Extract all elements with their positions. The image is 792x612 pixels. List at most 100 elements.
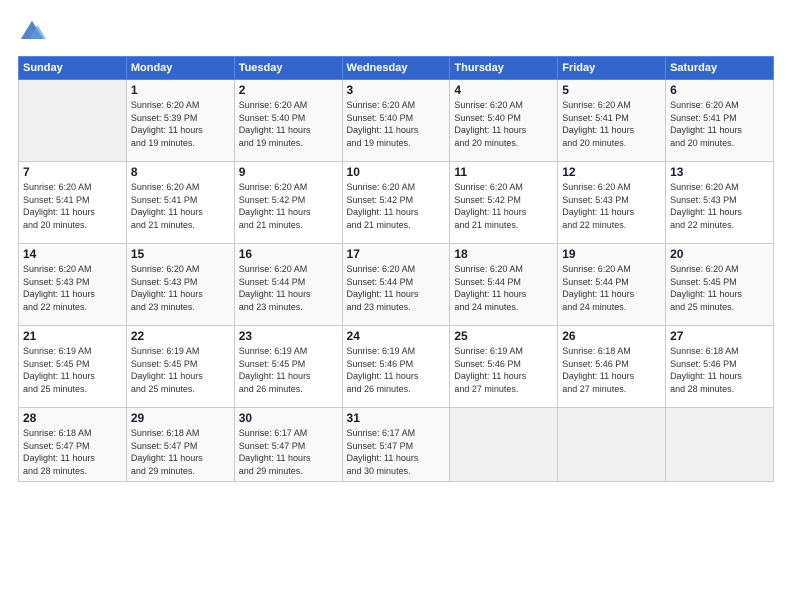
day-number: 26: [562, 329, 661, 343]
day-number: 17: [347, 247, 446, 261]
day-info: Sunrise: 6:20 AM Sunset: 5:44 PM Dayligh…: [239, 263, 338, 313]
weekday-header-row: SundayMondayTuesdayWednesdayThursdayFrid…: [19, 57, 774, 80]
day-number: 18: [454, 247, 553, 261]
calendar-cell: 13 Sunrise: 6:20 AM Sunset: 5:43 PM Dayli…: [666, 162, 774, 244]
calendar-table: SundayMondayTuesdayWednesdayThursdayFrid…: [18, 56, 774, 482]
calendar-cell: [558, 408, 666, 482]
day-number: 21: [23, 329, 122, 343]
day-info: Sunrise: 6:20 AM Sunset: 5:41 PM Dayligh…: [562, 99, 661, 149]
day-info: Sunrise: 6:20 AM Sunset: 5:44 PM Dayligh…: [347, 263, 446, 313]
calendar-cell: 24 Sunrise: 6:19 AM Sunset: 5:46 PM Dayli…: [342, 326, 450, 408]
day-info: Sunrise: 6:20 AM Sunset: 5:43 PM Dayligh…: [562, 181, 661, 231]
day-number: 30: [239, 411, 338, 425]
calendar-cell: 4 Sunrise: 6:20 AM Sunset: 5:40 PM Daylig…: [450, 80, 558, 162]
day-info: Sunrise: 6:20 AM Sunset: 5:44 PM Dayligh…: [562, 263, 661, 313]
calendar-cell: 26 Sunrise: 6:18 AM Sunset: 5:46 PM Dayli…: [558, 326, 666, 408]
day-info: Sunrise: 6:19 AM Sunset: 5:46 PM Dayligh…: [454, 345, 553, 395]
calendar-cell: 14 Sunrise: 6:20 AM Sunset: 5:43 PM Dayli…: [19, 244, 127, 326]
day-info: Sunrise: 6:20 AM Sunset: 5:41 PM Dayligh…: [131, 181, 230, 231]
day-number: 16: [239, 247, 338, 261]
day-info: Sunrise: 6:20 AM Sunset: 5:41 PM Dayligh…: [23, 181, 122, 231]
day-number: 31: [347, 411, 446, 425]
calendar-cell: 31Sunrise: 6:17 AM Sunset: 5:47 PM Dayli…: [342, 408, 450, 482]
weekday-header: Thursday: [450, 57, 558, 80]
day-info: Sunrise: 6:20 AM Sunset: 5:42 PM Dayligh…: [454, 181, 553, 231]
calendar-week-row: 7 Sunrise: 6:20 AM Sunset: 5:41 PM Daylig…: [19, 162, 774, 244]
day-number: 1: [131, 83, 230, 97]
day-info: Sunrise: 6:20 AM Sunset: 5:43 PM Dayligh…: [131, 263, 230, 313]
day-info: Sunrise: 6:20 AM Sunset: 5:42 PM Dayligh…: [239, 181, 338, 231]
day-number: 20: [670, 247, 769, 261]
day-info: Sunrise: 6:18 AM Sunset: 5:47 PM Dayligh…: [131, 427, 230, 477]
calendar-cell: 7 Sunrise: 6:20 AM Sunset: 5:41 PM Daylig…: [19, 162, 127, 244]
day-info: Sunrise: 6:17 AM Sunset: 5:47 PM Dayligh…: [239, 427, 338, 477]
calendar-cell: 30 Sunrise: 6:17 AM Sunset: 5:47 PM Dayli…: [234, 408, 342, 482]
calendar-cell: 8Sunrise: 6:20 AM Sunset: 5:41 PM Daylig…: [126, 162, 234, 244]
day-info: Sunrise: 6:18 AM Sunset: 5:47 PM Dayligh…: [23, 427, 122, 477]
calendar-week-row: 21 Sunrise: 6:19 AM Sunset: 5:45 PM Dayli…: [19, 326, 774, 408]
calendar-cell: 10Sunrise: 6:20 AM Sunset: 5:42 PM Dayli…: [342, 162, 450, 244]
day-number: 4: [454, 83, 553, 97]
calendar-cell: 5 Sunrise: 6:20 AM Sunset: 5:41 PM Daylig…: [558, 80, 666, 162]
calendar-cell: 17 Sunrise: 6:20 AM Sunset: 5:44 PM Dayli…: [342, 244, 450, 326]
day-number: 23: [239, 329, 338, 343]
day-number: 28: [23, 411, 122, 425]
day-info: Sunrise: 6:20 AM Sunset: 5:40 PM Dayligh…: [239, 99, 338, 149]
calendar-cell: 21 Sunrise: 6:19 AM Sunset: 5:45 PM Dayli…: [19, 326, 127, 408]
day-info: Sunrise: 6:19 AM Sunset: 5:45 PM Dayligh…: [23, 345, 122, 395]
day-info: Sunrise: 6:20 AM Sunset: 5:44 PM Dayligh…: [454, 263, 553, 313]
day-number: 7: [23, 165, 122, 179]
day-info: Sunrise: 6:18 AM Sunset: 5:46 PM Dayligh…: [562, 345, 661, 395]
calendar-week-row: 14 Sunrise: 6:20 AM Sunset: 5:43 PM Dayli…: [19, 244, 774, 326]
calendar-cell: 9Sunrise: 6:20 AM Sunset: 5:42 PM Daylig…: [234, 162, 342, 244]
weekday-header: Monday: [126, 57, 234, 80]
day-info: Sunrise: 6:20 AM Sunset: 5:45 PM Dayligh…: [670, 263, 769, 313]
calendar-cell: 23 Sunrise: 6:19 AM Sunset: 5:45 PM Dayli…: [234, 326, 342, 408]
day-info: Sunrise: 6:20 AM Sunset: 5:40 PM Dayligh…: [347, 99, 446, 149]
day-number: 12: [562, 165, 661, 179]
day-number: 2: [239, 83, 338, 97]
calendar-cell: 27 Sunrise: 6:18 AM Sunset: 5:46 PM Dayli…: [666, 326, 774, 408]
day-number: 22: [131, 329, 230, 343]
weekday-header: Sunday: [19, 57, 127, 80]
day-info: Sunrise: 6:20 AM Sunset: 5:39 PM Dayligh…: [131, 99, 230, 149]
calendar-cell: 29Sunrise: 6:18 AM Sunset: 5:47 PM Dayli…: [126, 408, 234, 482]
calendar-cell: 3Sunrise: 6:20 AM Sunset: 5:40 PM Daylig…: [342, 80, 450, 162]
calendar-cell: [450, 408, 558, 482]
calendar-cell: 18 Sunrise: 6:20 AM Sunset: 5:44 PM Dayli…: [450, 244, 558, 326]
calendar-cell: 11 Sunrise: 6:20 AM Sunset: 5:42 PM Dayli…: [450, 162, 558, 244]
day-info: Sunrise: 6:20 AM Sunset: 5:43 PM Dayligh…: [23, 263, 122, 313]
day-info: Sunrise: 6:19 AM Sunset: 5:45 PM Dayligh…: [239, 345, 338, 395]
day-number: 5: [562, 83, 661, 97]
day-info: Sunrise: 6:18 AM Sunset: 5:46 PM Dayligh…: [670, 345, 769, 395]
day-number: 19: [562, 247, 661, 261]
calendar-cell: 6Sunrise: 6:20 AM Sunset: 5:41 PM Daylig…: [666, 80, 774, 162]
calendar-cell: 28 Sunrise: 6:18 AM Sunset: 5:47 PM Dayli…: [19, 408, 127, 482]
day-info: Sunrise: 6:20 AM Sunset: 5:42 PM Dayligh…: [347, 181, 446, 231]
calendar-cell: 22 Sunrise: 6:19 AM Sunset: 5:45 PM Dayli…: [126, 326, 234, 408]
logo-icon: [18, 18, 46, 46]
calendar-cell: 12 Sunrise: 6:20 AM Sunset: 5:43 PM Dayli…: [558, 162, 666, 244]
day-number: 24: [347, 329, 446, 343]
calendar-cell: [19, 80, 127, 162]
day-number: 14: [23, 247, 122, 261]
calendar-week-row: 1 Sunrise: 6:20 AM Sunset: 5:39 PM Daylig…: [19, 80, 774, 162]
day-info: Sunrise: 6:19 AM Sunset: 5:46 PM Dayligh…: [347, 345, 446, 395]
calendar-cell: 15 Sunrise: 6:20 AM Sunset: 5:43 PM Dayli…: [126, 244, 234, 326]
day-number: 15: [131, 247, 230, 261]
day-info: Sunrise: 6:20 AM Sunset: 5:43 PM Dayligh…: [670, 181, 769, 231]
day-info: Sunrise: 6:20 AM Sunset: 5:41 PM Dayligh…: [670, 99, 769, 149]
day-number: 27: [670, 329, 769, 343]
day-info: Sunrise: 6:19 AM Sunset: 5:45 PM Dayligh…: [131, 345, 230, 395]
day-info: Sunrise: 6:20 AM Sunset: 5:40 PM Dayligh…: [454, 99, 553, 149]
calendar-cell: [666, 408, 774, 482]
weekday-header: Friday: [558, 57, 666, 80]
weekday-header: Tuesday: [234, 57, 342, 80]
page-container: SundayMondayTuesdayWednesdayThursdayFrid…: [0, 0, 792, 492]
logo: [18, 18, 50, 46]
calendar-cell: 1 Sunrise: 6:20 AM Sunset: 5:39 PM Daylig…: [126, 80, 234, 162]
day-number: 11: [454, 165, 553, 179]
day-number: 13: [670, 165, 769, 179]
header: [18, 18, 774, 46]
calendar-cell: 19 Sunrise: 6:20 AM Sunset: 5:44 PM Dayli…: [558, 244, 666, 326]
